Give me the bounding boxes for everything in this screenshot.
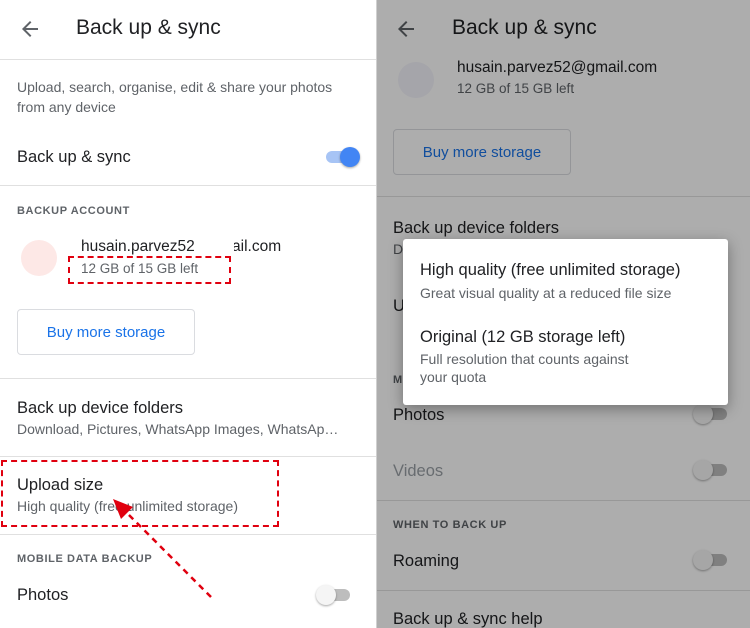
option-subtitle-line1: Full resolution that counts against [420, 351, 629, 367]
option-title: Original (12 GB storage left) [420, 328, 626, 346]
upload-size-dialog: High quality (free unlimited storage) Gr… [403, 239, 728, 405]
left-settings-screen: Back up & sync Upload, search, organise,… [0, 0, 376, 628]
option-title: High quality (free unlimited storage) [420, 261, 681, 279]
right-settings-screen: Back up & sync husain.parvez52@gmail.com… [377, 0, 750, 628]
option-subtitle-line2: your quota [420, 369, 487, 385]
annotation-arrow-icon [113, 499, 212, 598]
option-subtitle: Great visual quality at a reduced file s… [420, 285, 672, 301]
